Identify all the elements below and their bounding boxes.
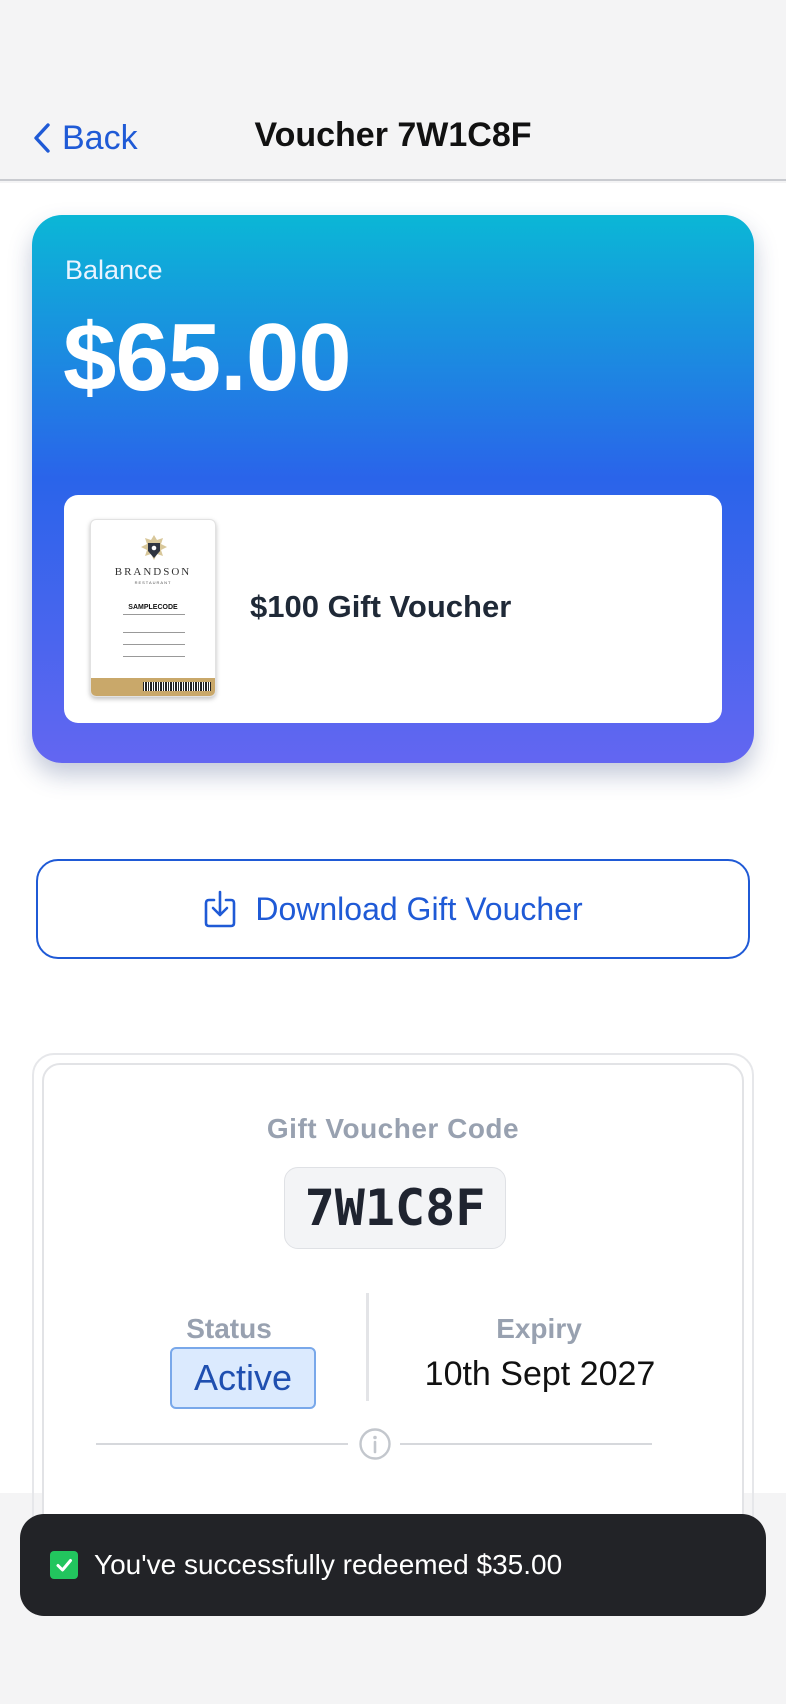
expiry-label: Expiry <box>496 1313 582 1344</box>
check-mark-icon <box>50 1551 78 1579</box>
download-icon <box>205 890 236 928</box>
thumbnail-code: SAMPLECODE <box>128 604 178 611</box>
thumbnail-divider <box>123 656 185 657</box>
thumbnail-divider <box>123 614 185 615</box>
voucher-thumbnail: BRANDSON RESTAURANT SAMPLECODE <box>90 519 216 697</box>
code-label: Gift Voucher Code <box>266 1113 520 1144</box>
balance-card: Balance $65.00 BRANDSON RESTAURANT SAMPL… <box>32 215 754 763</box>
download-voucher-button[interactable]: Download Gift Voucher <box>36 859 750 959</box>
thumbnail-divider <box>123 644 185 645</box>
voucher-details-inner: Gift Voucher Code 7W1C8F Status Active E… <box>42 1063 744 1563</box>
thumbnail-divider <box>123 632 185 633</box>
divider-right <box>400 1443 652 1445</box>
content-area[interactable]: Balance $65.00 BRANDSON RESTAURANT SAMPL… <box>0 183 786 1563</box>
expiry-value: 10th Sept 2027 <box>424 1355 656 1393</box>
thumbnail-brand: BRANDSON <box>114 566 192 578</box>
vertical-divider <box>366 1293 369 1401</box>
balance-amount: $65.00 <box>63 304 352 411</box>
voucher-product-card[interactable]: BRANDSON RESTAURANT SAMPLECODE $100 Gift… <box>64 495 722 723</box>
navigation-bar: Back Voucher 7W1C8F <box>0 0 786 181</box>
page-title: Voucher 7W1C8F <box>254 116 532 154</box>
toast-message: You've successfully redeemed $35.00 <box>94 1549 563 1580</box>
barcode <box>143 682 211 691</box>
product-title: $100 Gift Voucher <box>250 589 512 624</box>
check-glyph <box>56 1559 72 1572</box>
success-toast[interactable]: You've successfully redeemed $35.00 <box>20 1514 766 1616</box>
voucher-details-card: Gift Voucher Code 7W1C8F Status Active E… <box>32 1053 754 1563</box>
screen: Back Voucher 7W1C8F Balance $65.00 BRAND… <box>0 0 786 1704</box>
divider-left <box>96 1443 348 1445</box>
thumbnail-brand-sub: RESTAURANT <box>134 580 172 585</box>
balance-label: Balance <box>65 255 163 285</box>
status-label: Status <box>186 1313 272 1344</box>
voucher-code[interactable]: 7W1C8F <box>284 1167 506 1249</box>
download-label: Download Gift Voucher <box>255 890 583 927</box>
shield-logo-icon <box>141 535 167 560</box>
info-icon[interactable] <box>358 1427 392 1461</box>
status-badge: Active <box>170 1347 316 1409</box>
